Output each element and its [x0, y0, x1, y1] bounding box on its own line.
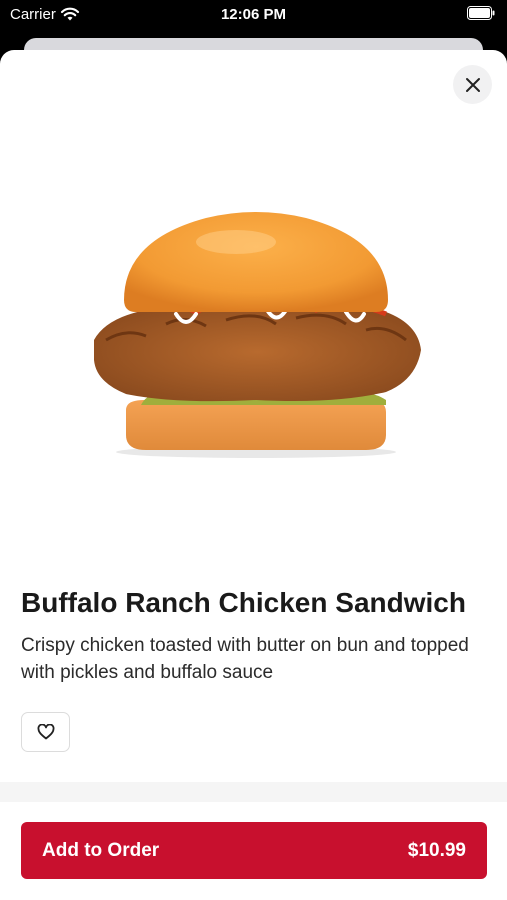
section-divider: [0, 782, 507, 802]
status-bar: Carrier 12:06 PM: [0, 0, 507, 30]
product-image: [94, 212, 421, 458]
add-to-order-button[interactable]: Add to Order $10.99: [21, 822, 487, 879]
add-to-order-label: Add to Order: [42, 839, 160, 861]
product-title: Buffalo Ranch Chicken Sandwich: [21, 587, 466, 618]
order-price: $10.99: [407, 839, 466, 861]
heart-icon: [37, 724, 54, 740]
status-time: 12:06 PM: [220, 6, 287, 23]
close-button[interactable]: [453, 65, 492, 104]
favorite-button[interactable]: [21, 712, 70, 752]
product-description: Crispy chicken toasted with butter on bu…: [21, 635, 469, 683]
product-detail-sheet: Buffalo Ranch Chicken Sandwich Crispy ch…: [0, 50, 507, 900]
battery-icon: [467, 6, 495, 20]
close-icon: [465, 77, 480, 92]
